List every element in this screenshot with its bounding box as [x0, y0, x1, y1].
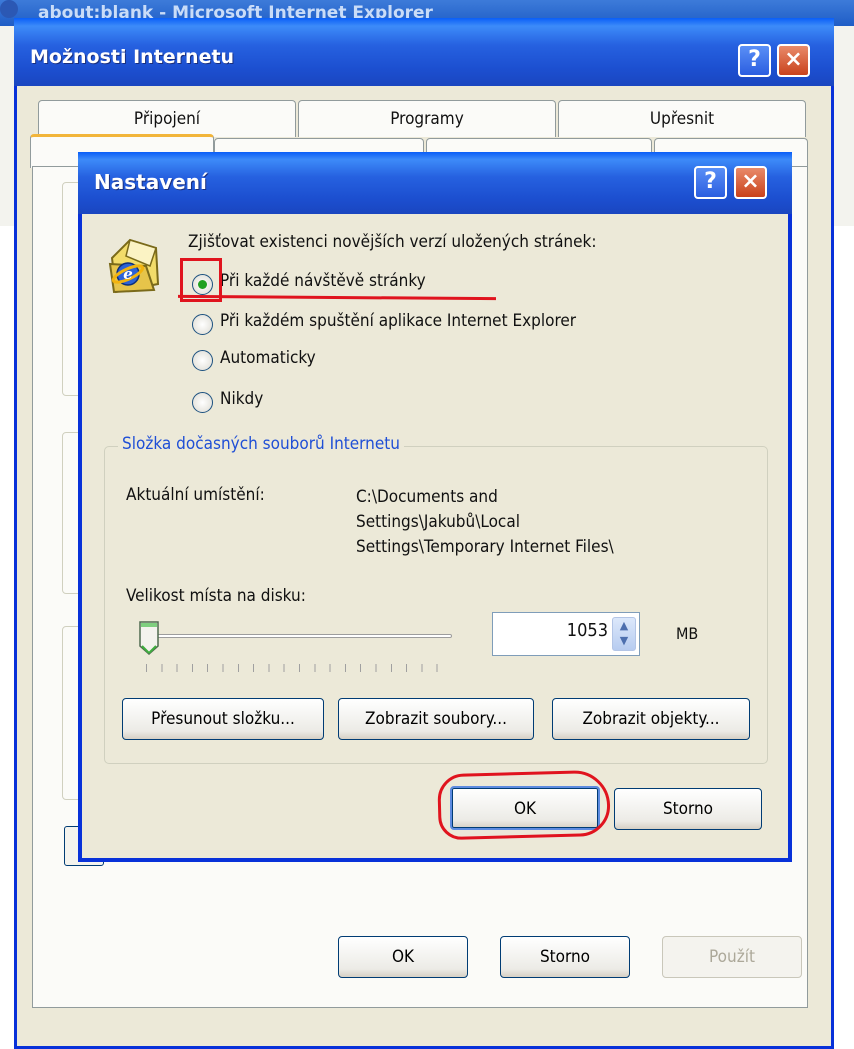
current-location-label: Aktuální umístění: — [126, 485, 265, 505]
settings-close-button[interactable]: × — [734, 166, 767, 199]
settings-help-button[interactable]: ? — [694, 166, 727, 199]
apply-button: Použít — [662, 936, 802, 978]
tab-advanced[interactable]: Upřesnit — [558, 100, 806, 137]
disk-space-slider-track[interactable] — [146, 634, 452, 638]
outer-cancel-button[interactable]: Storno — [500, 936, 630, 978]
radio-every-visit-label[interactable]: Při každé návštěvě stránky — [220, 271, 426, 291]
outer-ok-button[interactable]: OK — [338, 936, 468, 978]
svg-text:e: e — [123, 265, 133, 283]
disk-space-spinner[interactable]: ▲ ▼ — [612, 617, 636, 651]
disk-space-value[interactable]: 1053 — [540, 620, 608, 641]
close-button[interactable]: × — [777, 44, 810, 77]
slider-ticks — [146, 664, 452, 672]
spin-down-icon[interactable]: ▼ — [620, 634, 628, 647]
radio-never-label[interactable]: Nikdy — [220, 389, 263, 409]
radio-automatic-label[interactable]: Automaticky — [220, 348, 316, 368]
ie-folder-icon: e — [108, 238, 160, 294]
tab-connections[interactable]: Připojení — [38, 100, 296, 137]
spin-up-icon[interactable]: ▲ — [620, 619, 628, 632]
radio-every-start[interactable] — [192, 314, 213, 335]
help-button[interactable]: ? — [738, 44, 771, 77]
view-files-button[interactable]: Zobrazit soubory... — [338, 698, 534, 740]
radio-automatic[interactable] — [192, 350, 213, 371]
move-folder-button[interactable]: Přesunout složku... — [122, 698, 324, 740]
disk-space-slider-thumb[interactable] — [138, 620, 160, 656]
annotation-circle — [437, 769, 611, 841]
disk-space-unit: MB — [676, 624, 699, 643]
view-objects-button[interactable]: Zobrazit objekty... — [552, 698, 750, 740]
current-location-value: C:\Documents and Settings\Jakubů\Local S… — [356, 487, 614, 557]
tab-programs[interactable]: Programy — [298, 100, 556, 137]
settings-title: Nastavení — [94, 170, 207, 194]
radio-never[interactable] — [192, 392, 213, 413]
disk-space-label: Velikost místa na disku: — [126, 586, 306, 606]
ie-icon — [0, 0, 18, 18]
settings-cancel-button[interactable]: Storno — [614, 788, 762, 830]
check-newer-versions-label: Zjišťovat existenci novějších verzí ulož… — [188, 232, 597, 252]
radio-every-start-label[interactable]: Při každém spuštění aplikace Internet Ex… — [220, 311, 576, 331]
temp-folder-group-title: Složka dočasných souborů Internetu — [118, 434, 404, 454]
internet-options-title: Možnosti Internetu — [30, 46, 235, 68]
